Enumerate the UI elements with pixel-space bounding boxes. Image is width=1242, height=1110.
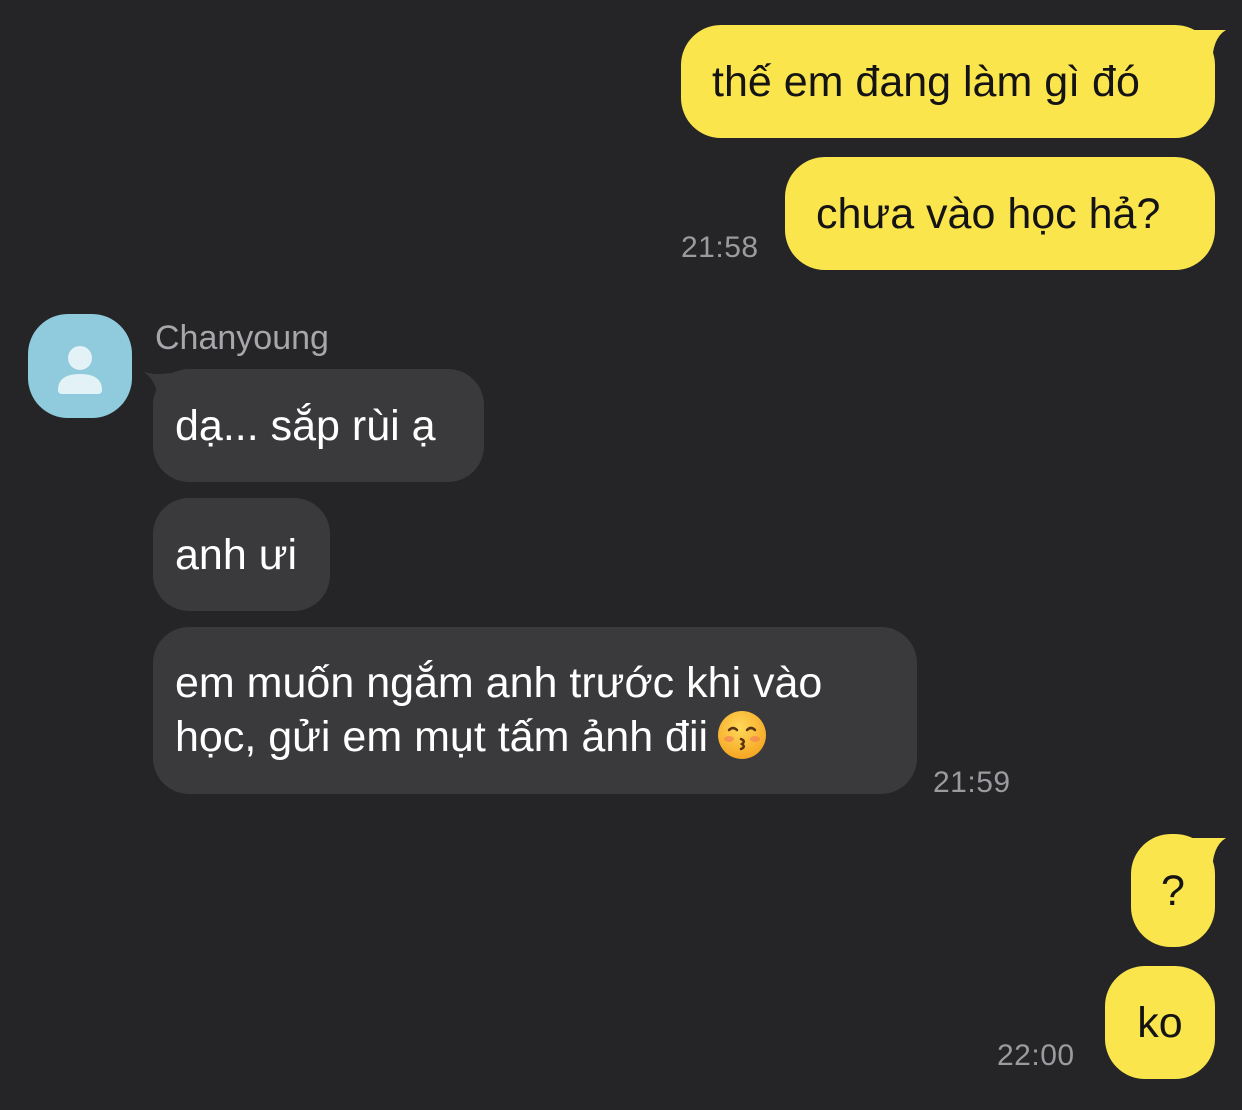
- sender-name: Chanyoung: [155, 319, 329, 357]
- incoming-message-bubble[interactable]: em muốn ngắm anh trước khi vào học, gửi …: [153, 627, 917, 794]
- message-text: ?: [1161, 866, 1185, 915]
- outgoing-message-bubble[interactable]: thế em đang làm gì đó: [681, 25, 1215, 138]
- message-line: em muốn ngắm anh trước khi vào: [175, 658, 823, 707]
- kissing-face-emoji-icon: [718, 711, 767, 760]
- bubble-tail: [1190, 30, 1226, 66]
- outgoing-message-bubble[interactable]: ko: [1105, 966, 1215, 1079]
- incoming-message-bubble[interactable]: anh ưi: [153, 498, 330, 611]
- person-icon: [58, 346, 102, 394]
- message-line-text: học, gửi em mụt tấm ảnh đii: [175, 712, 709, 761]
- message-timestamp: 21:58: [681, 231, 759, 264]
- message-timestamp: 22:00: [997, 1039, 1075, 1072]
- message-text: chưa vào học hả?: [816, 189, 1161, 238]
- message-line: học, gửi em mụt tấm ảnh đii: [175, 710, 822, 766]
- message-timestamp: 21:59: [933, 766, 1011, 799]
- bubble-tail: [1190, 838, 1226, 874]
- message-text: dạ... sắp rùi ạ: [175, 401, 436, 450]
- message-text: ko: [1137, 998, 1183, 1047]
- message-text: thế em đang làm gì đó: [712, 57, 1140, 106]
- outgoing-message-bubble[interactable]: chưa vào học hả?: [785, 157, 1215, 270]
- message-text: em muốn ngắm anh trước khi vào học, gửi …: [175, 656, 822, 766]
- avatar[interactable]: [28, 314, 132, 418]
- message-text: anh ưi: [175, 530, 298, 579]
- incoming-message-bubble[interactable]: dạ... sắp rùi ạ: [153, 369, 484, 482]
